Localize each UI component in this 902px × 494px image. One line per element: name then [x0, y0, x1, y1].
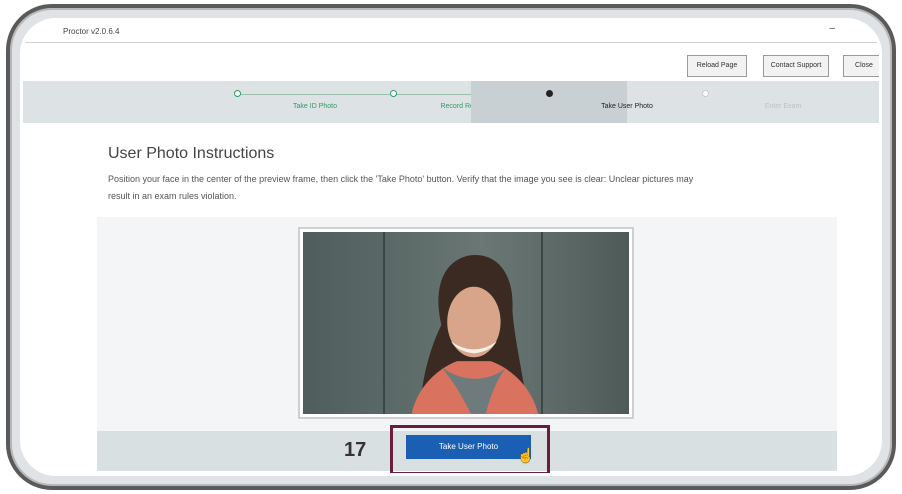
take-user-photo-button[interactable]: Take User Photo	[406, 435, 531, 459]
step-take-id-photo: Take ID Photo	[159, 81, 337, 123]
close-button[interactable]: Close	[843, 55, 879, 77]
progress-stepper: Take ID Photo Record Room Scan Take User…	[23, 81, 879, 123]
webcam-preview-image	[303, 232, 629, 414]
photo-footer: 17 Take User Photo ☝	[97, 425, 837, 473]
step-number-callout: 17	[344, 439, 367, 461]
step-current-icon	[546, 90, 553, 97]
step-label: Enter Exam	[764, 103, 802, 110]
instructions-text: Position your face in the center of the …	[108, 174, 694, 201]
main-content: User Photo Instructions Position your fa…	[23, 123, 879, 473]
minimize-icon[interactable]: –	[829, 23, 835, 34]
camera-preview-frame	[298, 227, 634, 419]
reload-page-button[interactable]: Reload Page	[687, 55, 747, 77]
step-enter-exam: Enter Exam	[627, 81, 801, 123]
step-complete-icon	[234, 90, 241, 97]
hand-cursor-icon: ☝	[517, 447, 535, 463]
title-bar: Proctor v2.0.6.4 –	[23, 21, 879, 43]
step-complete-icon	[390, 90, 397, 97]
photo-area	[97, 217, 837, 431]
page-title: User Photo Instructions	[108, 145, 275, 162]
contact-support-button[interactable]: Contact Support	[763, 55, 829, 77]
step-record-room-scan: Record Room Scan	[315, 81, 502, 123]
app-title: Proctor v2.0.6.4	[63, 27, 120, 36]
app-window: Proctor v2.0.6.4 – Reload Page Contact S…	[20, 18, 882, 476]
screenshot-frame: Proctor v2.0.6.4 – Reload Page Contact S…	[6, 4, 896, 490]
step-pending-icon	[702, 90, 709, 97]
top-toolbar: Reload Page Contact Support Close	[23, 43, 879, 81]
step-take-user-photo: Take User Photo	[471, 81, 653, 123]
person-silhouette-icon	[411, 255, 539, 414]
